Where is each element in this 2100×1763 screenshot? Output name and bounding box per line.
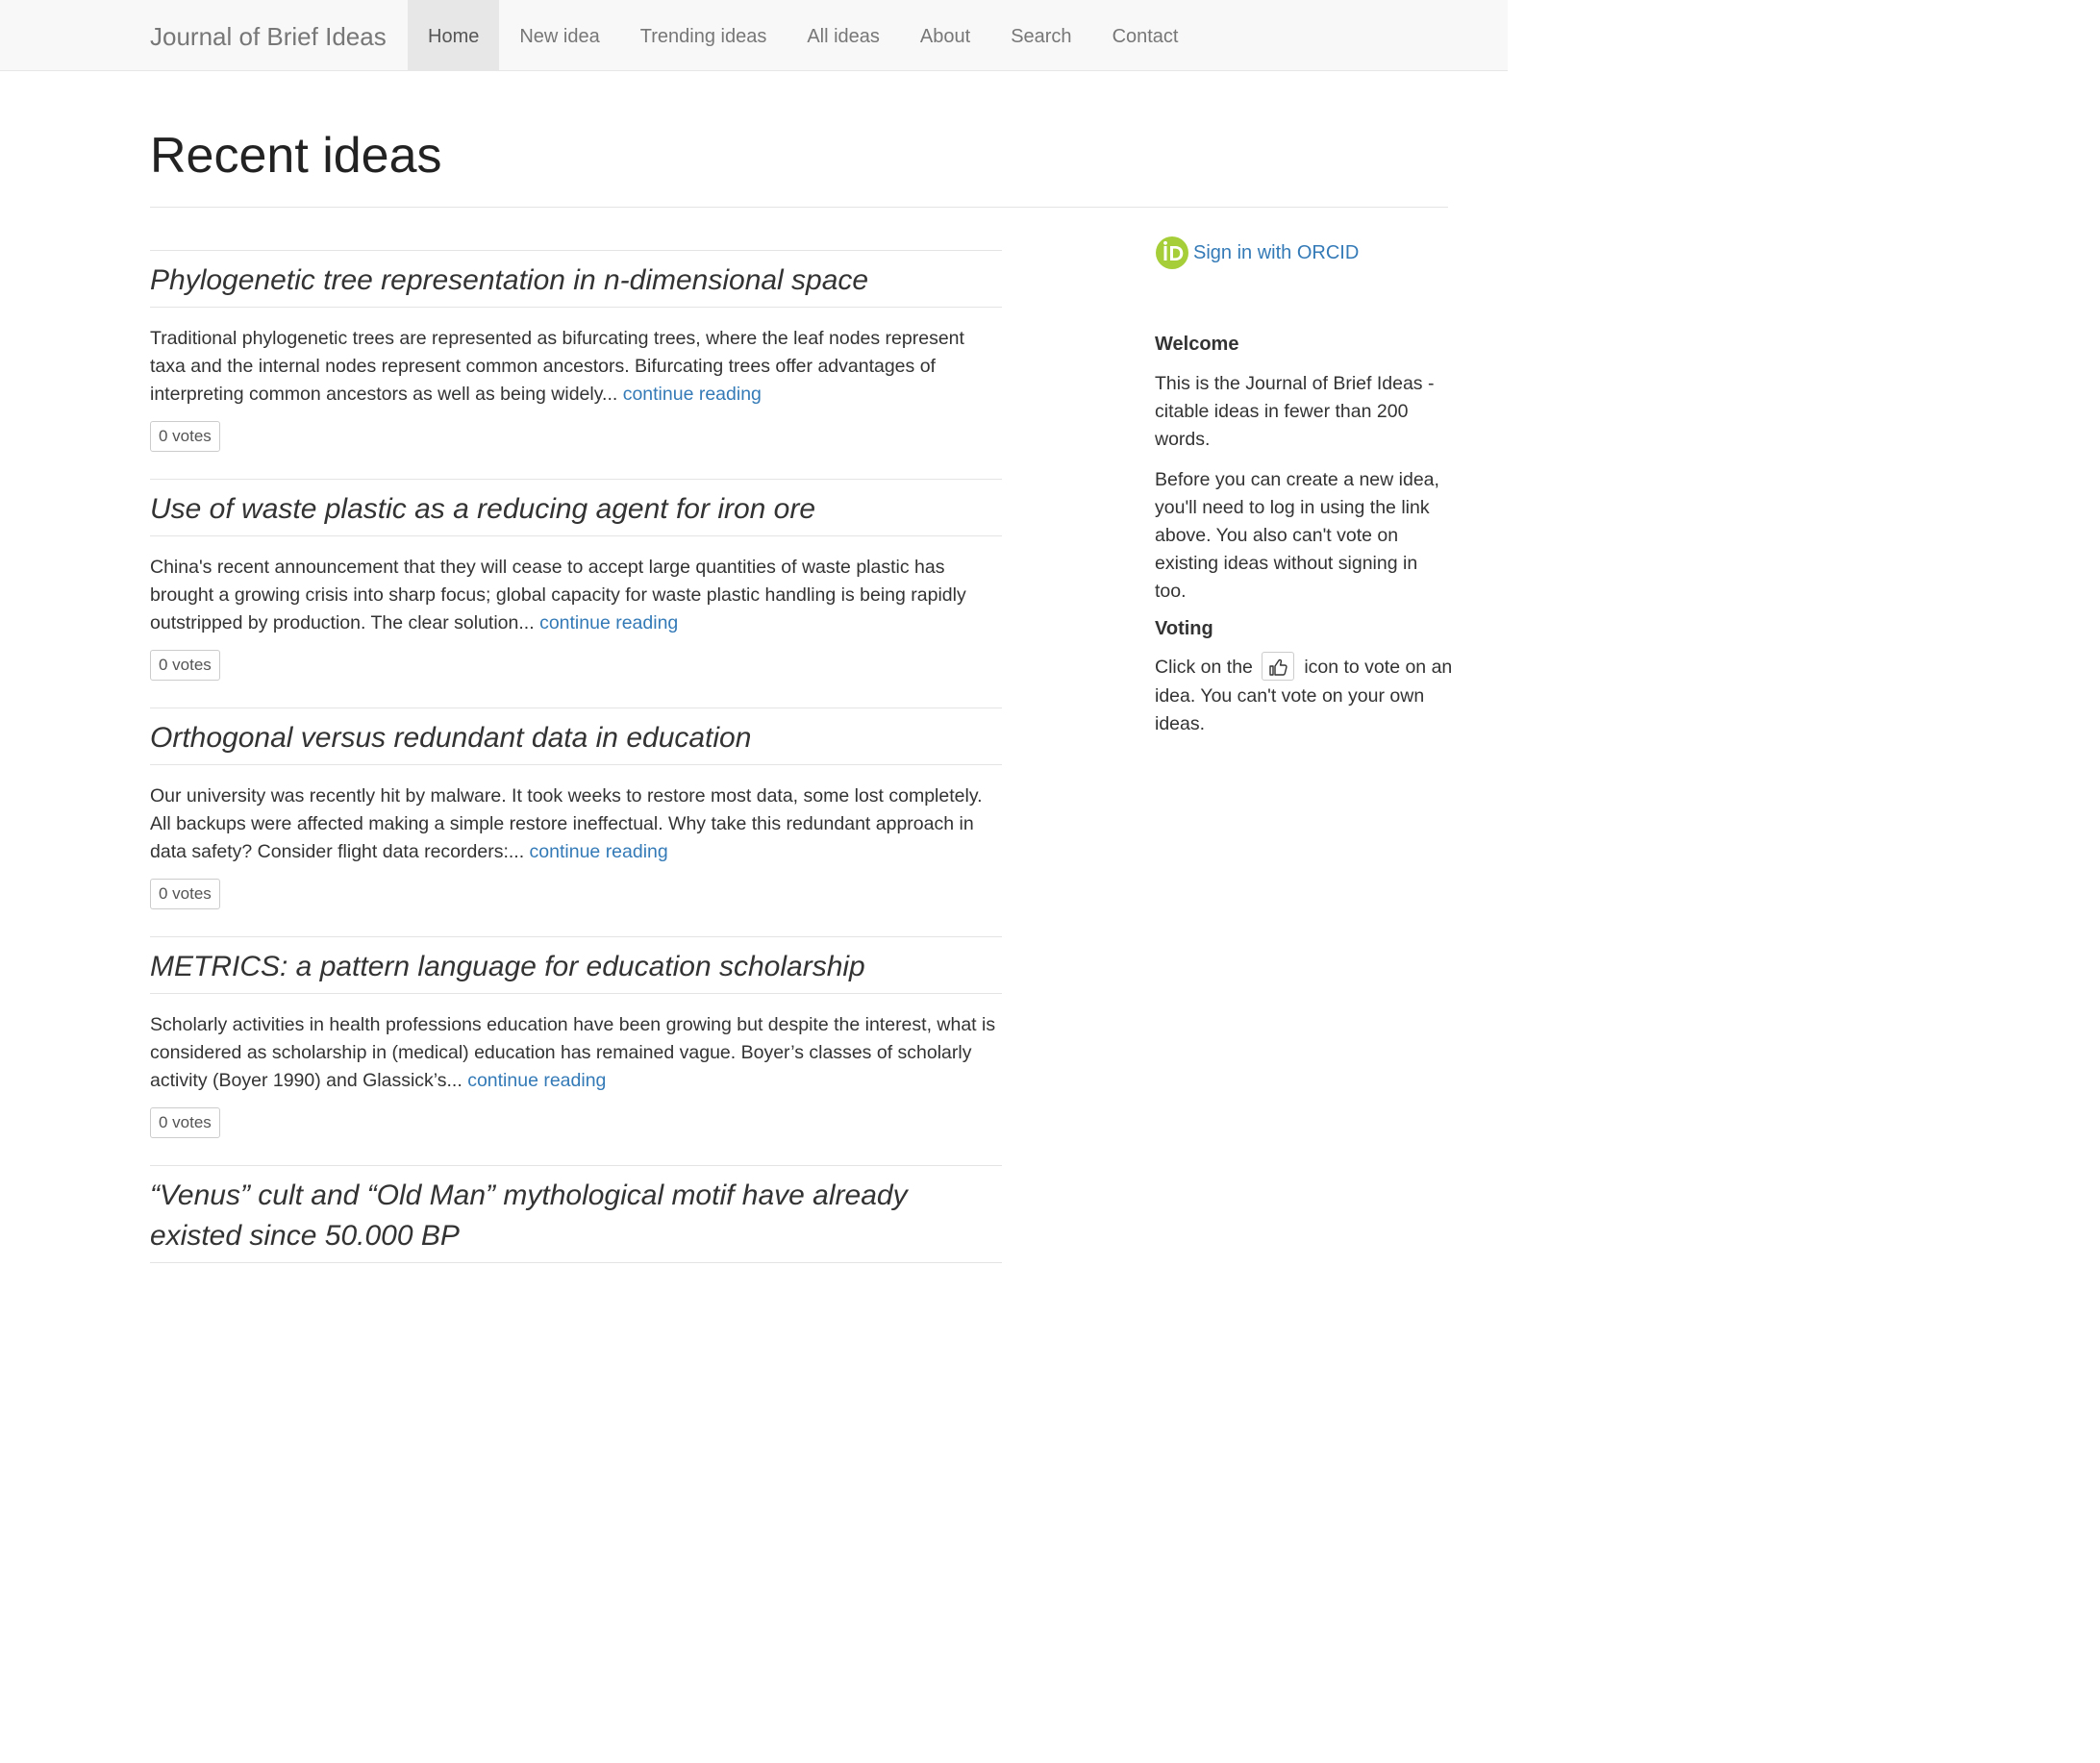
welcome-heading: Welcome — [1155, 334, 1239, 355]
idea-item: Use of waste plastic as a reducing agent… — [150, 479, 1002, 708]
nav-item-new-idea[interactable]: New idea — [499, 0, 619, 70]
idea-item: Orthogonal versus redundant data in educ… — [150, 708, 1002, 936]
votes-badge: 0 votes — [150, 650, 220, 681]
brand-link[interactable]: Journal of Brief Ideas — [150, 21, 387, 52]
sidebar: Sign in with ORCID Welcome This is the J… — [1155, 235, 1453, 738]
idea-title[interactable]: “Venus” cult and “Old Man” mythological … — [150, 1166, 1002, 1263]
top-navbar: Journal of Brief Ideas Home New idea Tre… — [0, 0, 1508, 71]
orcid-id-icon — [1156, 236, 1188, 269]
nav-item-search[interactable]: Search — [990, 0, 1091, 70]
nav-item-trending-ideas[interactable]: Trending ideas — [620, 0, 788, 70]
orcid-sign-in-link[interactable]: Sign in with ORCID — [1155, 235, 1453, 271]
page-title-divider — [150, 207, 1448, 208]
idea-item: “Venus” cult and “Old Man” mythological … — [150, 1165, 1002, 1290]
login-instructions: Before you can create a new idea, you'll… — [1155, 469, 1439, 602]
idea-title[interactable]: METRICS: a pattern language for educatio… — [150, 937, 1002, 994]
idea-summary: Scholarly activities in health professio… — [150, 1011, 1002, 1095]
nav-item-about[interactable]: About — [900, 0, 990, 70]
orcid-sign-in-label: Sign in with ORCID — [1193, 241, 1360, 263]
continue-reading-link[interactable]: continue reading — [623, 384, 762, 405]
idea-item: Phylogenetic tree representation in n-di… — [150, 250, 1002, 479]
nav-item-home[interactable]: Home — [408, 0, 500, 70]
idea-summary: Our university was recently hit by malwa… — [150, 782, 1002, 866]
continue-reading-link[interactable]: continue reading — [530, 841, 668, 862]
voting-text-before: Click on the — [1155, 657, 1253, 679]
idea-title[interactable]: Phylogenetic tree representation in n-di… — [150, 251, 1002, 308]
votes-badge: 0 votes — [150, 421, 220, 452]
voting-heading: Voting — [1155, 618, 1213, 639]
idea-title[interactable]: Orthogonal versus redundant data in educ… — [150, 708, 1002, 765]
voting-instructions: Click on the icon to vote on an idea. Yo… — [1155, 652, 1453, 738]
nav-item-all-ideas[interactable]: All ideas — [787, 0, 900, 70]
nav-item-contact[interactable]: Contact — [1092, 0, 1199, 70]
continue-reading-link[interactable]: continue reading — [539, 612, 678, 633]
idea-title[interactable]: Use of waste plastic as a reducing agent… — [150, 480, 1002, 536]
main-nav: Home New idea Trending ideas All ideas A… — [408, 0, 1199, 70]
page-title: Recent ideas — [150, 128, 442, 184]
idea-summary: Traditional phylogenetic trees are repre… — [150, 325, 1002, 409]
idea-summary: China's recent announcement that they wi… — [150, 554, 1002, 637]
idea-summary-text: Traditional phylogenetic trees are repre… — [150, 328, 964, 405]
votes-badge: 0 votes — [150, 1107, 220, 1138]
thumbs-up-icon — [1262, 652, 1295, 681]
continue-reading-link[interactable]: continue reading — [467, 1070, 606, 1091]
votes-badge: 0 votes — [150, 879, 220, 909]
welcome-text: This is the Journal of Brief Ideas - cit… — [1155, 373, 1435, 450]
ideas-list: Phylogenetic tree representation in n-di… — [150, 250, 1002, 1290]
idea-item: METRICS: a pattern language for educatio… — [150, 936, 1002, 1165]
